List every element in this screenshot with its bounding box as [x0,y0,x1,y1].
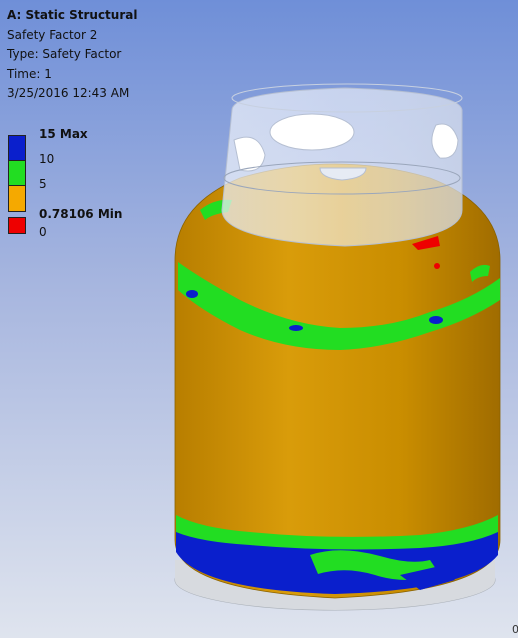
legend-label-max: 15 Max [39,127,88,141]
legend-swatch-blue [8,135,26,161]
result-timestamp: 3/25/2016 12:43 AM [7,86,130,100]
result-info-block: A: Static Structural Safety Factor 2 Typ… [7,6,137,104]
result-type: Type: Safety Factor [7,47,122,61]
legend-swatch-red [8,217,26,234]
legend-label-5: 5 [39,177,47,191]
legend-swatch-orange [8,185,26,212]
legend-label-0: 0 [39,225,47,239]
red-spot-small [434,263,440,269]
result-name: Safety Factor 2 [7,27,98,42]
legend-label-10: 10 [39,152,55,166]
blue-spot-right [429,316,443,324]
collar-hole-left [269,113,355,151]
corner-text: 0 [512,623,518,636]
contour-legend[interactable]: 15 Max 10 5 0.78106 Min 0 [8,127,148,247]
result-time: Time: 1 [7,66,52,81]
blue-spot-left [186,290,198,298]
legend-label-min: 0.78106 Min [39,207,123,221]
analysis-title: A: Static Structural [7,8,138,22]
graphics-viewport[interactable]: A: Static Structural Safety Factor 2 Typ… [0,0,518,638]
legend-swatch-green [8,160,26,186]
blue-spot-mid [289,325,303,331]
